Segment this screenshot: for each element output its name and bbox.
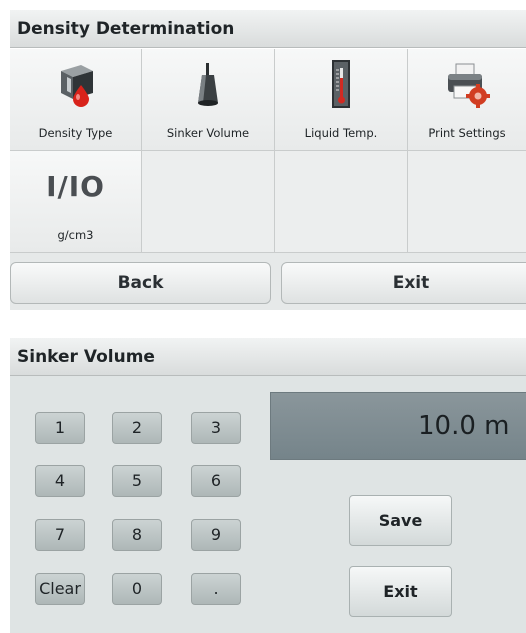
units-icon-text: I/IO <box>46 169 105 203</box>
units-io-icon: I/IO <box>10 159 141 213</box>
key-8[interactable]: 8 <box>112 519 162 551</box>
empty-tile <box>408 151 526 253</box>
tile-label: Print Settings <box>428 126 506 140</box>
thermometer-icon <box>275 57 407 111</box>
sinker-volume-tile[interactable]: Sinker Volume <box>142 49 275 151</box>
back-button[interactable]: Back <box>10 262 271 304</box>
empty-tile <box>275 151 408 253</box>
density-determination-panel: Density Determination Density Type Sinke… <box>10 10 526 310</box>
empty-tile <box>142 151 275 253</box>
key-1[interactable]: 1 <box>35 412 85 444</box>
value-display: 10.0 m <box>270 392 526 460</box>
key-decimal[interactable]: . <box>191 573 241 605</box>
density-title: Density Determination <box>10 10 526 48</box>
settings-grid: Density Type Sinker Volume Liquid Temp. … <box>10 49 526 253</box>
printer-settings-icon <box>408 57 526 111</box>
tile-label: g/cm3 <box>57 228 94 242</box>
bottom-button-bar: Back Exit <box>10 253 526 310</box>
key-7[interactable]: 7 <box>35 519 85 551</box>
density-type-icon <box>10 57 141 111</box>
key-9[interactable]: 9 <box>191 519 241 551</box>
sinker-volume-panel: Sinker Volume 1 2 3 4 5 6 7 8 9 Clear 0 … <box>10 338 526 633</box>
units-tile[interactable]: I/IO g/cm3 <box>10 151 142 253</box>
key-3[interactable]: 3 <box>191 412 241 444</box>
density-type-tile[interactable]: Density Type <box>10 49 142 151</box>
key-6[interactable]: 6 <box>191 465 241 497</box>
print-settings-tile[interactable]: Print Settings <box>408 49 526 151</box>
exit-button[interactable]: Exit <box>349 566 452 617</box>
exit-button[interactable]: Exit <box>281 262 526 304</box>
save-button[interactable]: Save <box>349 495 452 546</box>
tile-label: Liquid Temp. <box>304 126 378 140</box>
sinker-volume-title: Sinker Volume <box>10 338 526 376</box>
key-4[interactable]: 4 <box>35 465 85 497</box>
key-5[interactable]: 5 <box>112 465 162 497</box>
key-clear[interactable]: Clear <box>35 573 85 605</box>
key-0[interactable]: 0 <box>112 573 162 605</box>
tile-label: Density Type <box>38 126 113 140</box>
liquid-temp-tile[interactable]: Liquid Temp. <box>275 49 408 151</box>
sinker-icon <box>142 57 274 111</box>
tile-label: Sinker Volume <box>166 126 250 140</box>
key-2[interactable]: 2 <box>112 412 162 444</box>
